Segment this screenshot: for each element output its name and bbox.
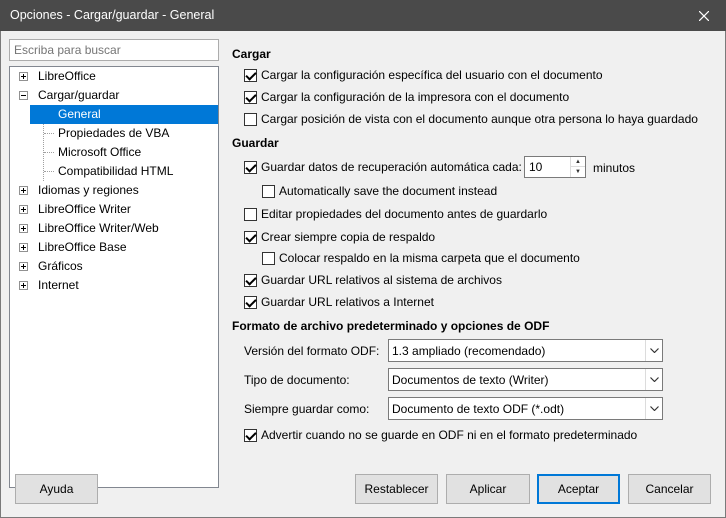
- always-save-as-select[interactable]: Documento de texto ODF (*.odt): [388, 397, 663, 420]
- select-value: 1.3 ampliado (recomendado): [392, 344, 546, 358]
- stepper-buttons: ▲ ▼: [570, 157, 585, 177]
- reset-button[interactable]: Restablecer: [355, 474, 438, 504]
- search-input[interactable]: [9, 39, 219, 61]
- checkbox[interactable]: [262, 252, 275, 265]
- expand-icon[interactable]: [19, 243, 28, 252]
- checkbox[interactable]: [244, 208, 257, 221]
- document-type-label: Tipo de documento:: [244, 373, 350, 387]
- checkbox-label: Automatically save the document instead: [279, 184, 498, 198]
- tree-item-label: Microsoft Office: [58, 145, 142, 159]
- checkbox-label: Editar propiedades del documento antes d…: [261, 207, 548, 221]
- tree-item-label: Gráficos: [38, 259, 83, 273]
- checkbox-label: Cargar la configuración específica del u…: [261, 68, 603, 82]
- help-button[interactable]: Ayuda: [15, 474, 98, 504]
- checkbox-label: Colocar respaldo en la misma carpeta que…: [279, 251, 580, 265]
- tree-item-label: LibreOffice Base: [38, 240, 127, 254]
- odf-version-label: Versión del formato ODF:: [244, 344, 380, 358]
- checkbox[interactable]: [244, 113, 257, 126]
- tree-item-internet[interactable]: Internet: [10, 276, 218, 295]
- checkbox-label: Cargar la configuración de la impresora …: [261, 90, 570, 104]
- tree-item-label: Cargar/guardar: [38, 88, 120, 102]
- checkbox[interactable]: [244, 91, 257, 104]
- autosave-unit-label: minutos: [593, 161, 636, 175]
- tree-item-label: Internet: [38, 278, 79, 292]
- checkbox[interactable]: [244, 429, 257, 442]
- chevron-down-icon[interactable]: [645, 340, 662, 361]
- select-value: Documento de texto ODF (*.odt): [392, 402, 565, 416]
- checkbox[interactable]: [244, 296, 257, 309]
- options-dialog: LibreOffice Cargar/guardar General Propi…: [0, 31, 726, 518]
- checkbox-label: Guardar URL relativos a Internet: [261, 295, 434, 309]
- tree-item-compatibilidad-html[interactable]: Compatibilidad HTML: [10, 162, 218, 181]
- checkbox[interactable]: [244, 69, 257, 82]
- section-guardar-heading: Guardar: [232, 136, 279, 150]
- tree-item-libreoffice[interactable]: LibreOffice: [10, 67, 218, 86]
- checkbox-label: Guardar URL relativos al sistema de arch…: [261, 273, 502, 287]
- checkbox[interactable]: [262, 185, 275, 198]
- expand-icon[interactable]: [19, 262, 28, 271]
- ok-button[interactable]: Aceptar: [537, 474, 620, 504]
- tree-item-writer[interactable]: LibreOffice Writer: [10, 200, 218, 219]
- tree-item-idiomas[interactable]: Idiomas y regiones: [10, 181, 218, 200]
- document-type-select[interactable]: Documentos de texto (Writer): [388, 368, 663, 391]
- window-title: Opciones - Cargar/guardar - General: [10, 8, 215, 22]
- tree-item-label: LibreOffice Writer/Web: [38, 221, 159, 235]
- expand-icon[interactable]: [19, 224, 28, 233]
- checkbox-label: Cargar posición de vista con el document…: [261, 112, 698, 126]
- stepper-down-button[interactable]: ▼: [571, 167, 585, 177]
- tree-item-label: Compatibilidad HTML: [58, 164, 174, 178]
- title-bar: Opciones - Cargar/guardar - General: [0, 0, 726, 31]
- chevron-down-icon[interactable]: [645, 369, 662, 390]
- checkbox-label: Advertir cuando no se guarde en ODF ni e…: [261, 428, 638, 442]
- always-save-as-label: Siempre guardar como:: [244, 402, 370, 416]
- tree-item-cargar-guardar[interactable]: Cargar/guardar: [10, 86, 218, 105]
- odf-version-select[interactable]: 1.3 ampliado (recomendado): [388, 339, 663, 362]
- close-button[interactable]: [682, 0, 726, 31]
- tree-item-writer-web[interactable]: LibreOffice Writer/Web: [10, 219, 218, 238]
- expand-icon[interactable]: [19, 72, 28, 81]
- tree-item-microsoft-office[interactable]: Microsoft Office: [10, 143, 218, 162]
- tree-item-label: General: [58, 107, 101, 121]
- expand-icon[interactable]: [19, 186, 28, 195]
- checkbox-label: Crear siempre copia de respaldo: [261, 230, 436, 244]
- expand-icon[interactable]: [19, 205, 28, 214]
- checkbox-label: Guardar datos de recuperación automática…: [261, 160, 522, 174]
- expand-icon[interactable]: [19, 281, 28, 290]
- select-value: Documentos de texto (Writer): [392, 373, 549, 387]
- autosave-minutes-stepper[interactable]: 10 ▲ ▼: [524, 156, 586, 178]
- cancel-button[interactable]: Cancelar: [628, 474, 711, 504]
- arrow-down-icon: ▼: [575, 169, 581, 175]
- stepper-up-button[interactable]: ▲: [571, 157, 585, 167]
- tree-item-label: Idiomas y regiones: [38, 183, 139, 197]
- section-formato-heading: Formato de archivo predeterminado y opci…: [232, 319, 550, 333]
- apply-button[interactable]: Aplicar: [446, 474, 530, 504]
- tree-item-label: Propiedades de VBA: [58, 126, 170, 140]
- arrow-up-icon: ▲: [575, 158, 581, 165]
- tree-item-propiedades-vba[interactable]: Propiedades de VBA: [10, 124, 218, 143]
- tree-item-label: LibreOffice: [38, 69, 96, 83]
- checkbox[interactable]: [244, 161, 257, 174]
- checkbox[interactable]: [244, 231, 257, 244]
- options-tree[interactable]: LibreOffice Cargar/guardar General Propi…: [9, 66, 219, 488]
- checkbox[interactable]: [244, 274, 257, 287]
- tree-item-label: LibreOffice Writer: [38, 202, 131, 216]
- stepper-value[interactable]: 10: [529, 160, 542, 174]
- tree-item-general[interactable]: General: [30, 105, 218, 124]
- section-cargar-heading: Cargar: [232, 47, 271, 61]
- chevron-down-icon[interactable]: [645, 398, 662, 419]
- close-icon: [699, 10, 709, 21]
- tree-item-graficos[interactable]: Gráficos: [10, 257, 218, 276]
- collapse-icon[interactable]: [19, 91, 28, 100]
- tree-item-base[interactable]: LibreOffice Base: [10, 238, 218, 257]
